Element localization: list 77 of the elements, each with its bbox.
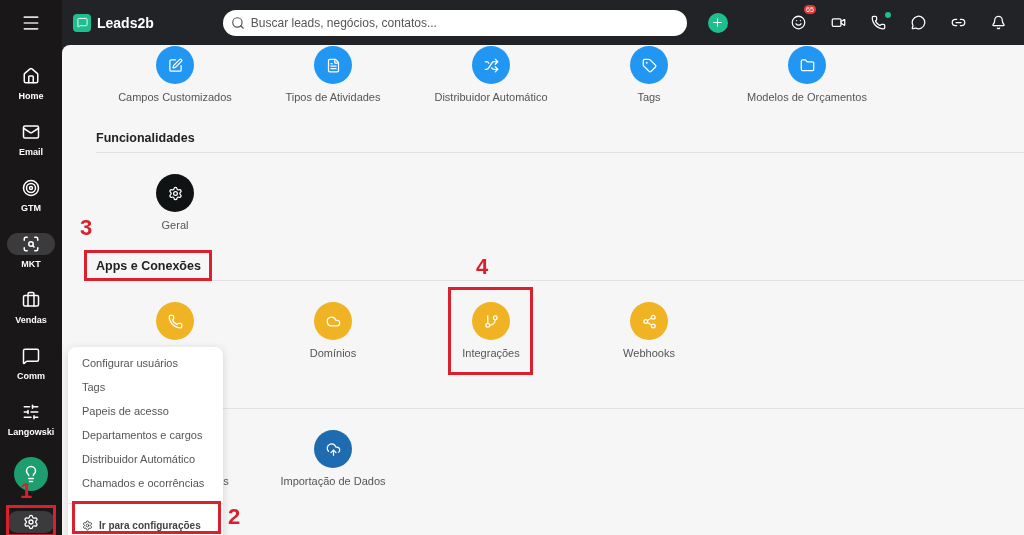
settings-link[interactable]: Ir para configurações bbox=[78, 515, 205, 535]
briefcase-icon bbox=[22, 291, 40, 309]
tag-icon bbox=[641, 57, 657, 73]
scan-search-icon bbox=[22, 235, 40, 253]
sliders-icon bbox=[22, 403, 40, 421]
tile-label[interactable]: Campos Customizados bbox=[118, 90, 232, 104]
chat-icon bbox=[911, 15, 927, 30]
tile-label[interactable]: Importação de Dados bbox=[280, 474, 386, 488]
plus-icon bbox=[711, 16, 725, 29]
bell-button[interactable] bbox=[989, 13, 1008, 32]
edit-icon bbox=[167, 57, 183, 73]
target-icon bbox=[22, 179, 40, 197]
settings-icon bbox=[82, 519, 93, 531]
sidebar-item[interactable]: MKT bbox=[0, 233, 62, 275]
add-button[interactable] bbox=[707, 12, 728, 33]
sidebar-item[interactable]: GTM bbox=[0, 177, 62, 219]
section-title: Funcionalidades bbox=[96, 131, 195, 145]
settings-tile-button[interactable] bbox=[156, 46, 194, 84]
search-field[interactable]: Buscar leads, negócios, contatos... bbox=[222, 9, 687, 36]
tile-label[interactable]: Domínios bbox=[309, 346, 357, 360]
settings-tile-button[interactable] bbox=[156, 302, 194, 340]
settings-tile-button[interactable] bbox=[630, 302, 668, 340]
settings-button[interactable] bbox=[7, 511, 55, 533]
branch-icon bbox=[483, 313, 499, 329]
video-icon bbox=[831, 15, 847, 30]
menu-item[interactable]: Papeis de acesso bbox=[68, 403, 223, 427]
tile-label[interactable]: Distribuidor Automático bbox=[434, 90, 548, 104]
tile-label[interactable]: Modelos de Orçamentos bbox=[747, 90, 867, 104]
home-icon bbox=[22, 67, 40, 85]
menu-item[interactable]: Departamentos e cargos bbox=[68, 427, 223, 451]
chat-icon bbox=[76, 17, 88, 28]
search-icon bbox=[230, 15, 245, 30]
settings-tile-button[interactable] bbox=[314, 46, 352, 84]
cloud-icon bbox=[325, 313, 341, 329]
menu-item[interactable]: Tags bbox=[68, 379, 223, 403]
highlight-frame bbox=[6, 505, 56, 535]
step-number: 4 bbox=[476, 256, 489, 278]
sidebar-item[interactable]: Comm bbox=[0, 345, 62, 387]
document-icon bbox=[325, 57, 341, 73]
settings-tile-button[interactable] bbox=[788, 46, 826, 84]
settings-icon bbox=[23, 514, 39, 530]
tile-label[interactable]: Tags bbox=[637, 90, 661, 104]
bell-icon bbox=[991, 15, 1007, 30]
phone-button[interactable] bbox=[869, 13, 888, 32]
settings-tile-button[interactable] bbox=[472, 302, 510, 340]
brand-name: Leads2b bbox=[97, 14, 154, 31]
face-button[interactable] bbox=[789, 13, 808, 32]
section-title: Apps e Conexões bbox=[96, 259, 201, 273]
tile-label[interactable]: Integrações bbox=[462, 346, 520, 360]
mail-icon bbox=[22, 123, 40, 141]
settings-icon bbox=[167, 185, 183, 201]
phone-icon bbox=[871, 15, 887, 30]
settings-tile-button[interactable] bbox=[156, 174, 194, 212]
menu-item[interactable]: Distribuidor Automático bbox=[68, 451, 223, 475]
step-number: 3 bbox=[80, 217, 93, 239]
settings-tile-button[interactable] bbox=[314, 302, 352, 340]
sidebar-item[interactable]: Langowski bbox=[0, 401, 62, 443]
menu-item[interactable]: Chamados e ocorrências bbox=[68, 475, 223, 499]
shuffle-icon bbox=[483, 57, 499, 73]
phone-icon bbox=[167, 313, 183, 329]
sidebar-item[interactable]: Email bbox=[0, 121, 62, 163]
share-icon bbox=[641, 313, 657, 329]
settings-tile-button[interactable] bbox=[630, 46, 668, 84]
chat-icon bbox=[22, 347, 40, 365]
tile-label[interactable]: Webhooks bbox=[623, 346, 675, 360]
menu-item[interactable]: Configurar usuários bbox=[68, 355, 223, 379]
sidebar-item[interactable]: Home bbox=[0, 65, 62, 107]
settings-tile-button[interactable] bbox=[472, 46, 510, 84]
sidebar-item[interactable]: Vendas bbox=[0, 289, 62, 331]
tile-label[interactable]: s bbox=[223, 474, 229, 488]
chat-button[interactable] bbox=[909, 13, 928, 32]
tile-label[interactable]: Tipos de Atividades bbox=[285, 90, 381, 104]
settings-tile-button[interactable] bbox=[314, 430, 352, 468]
folder-icon bbox=[799, 57, 815, 73]
face-icon bbox=[791, 15, 807, 30]
tile-label[interactable]: Geral bbox=[161, 218, 189, 232]
step-number: 2 bbox=[228, 506, 241, 528]
